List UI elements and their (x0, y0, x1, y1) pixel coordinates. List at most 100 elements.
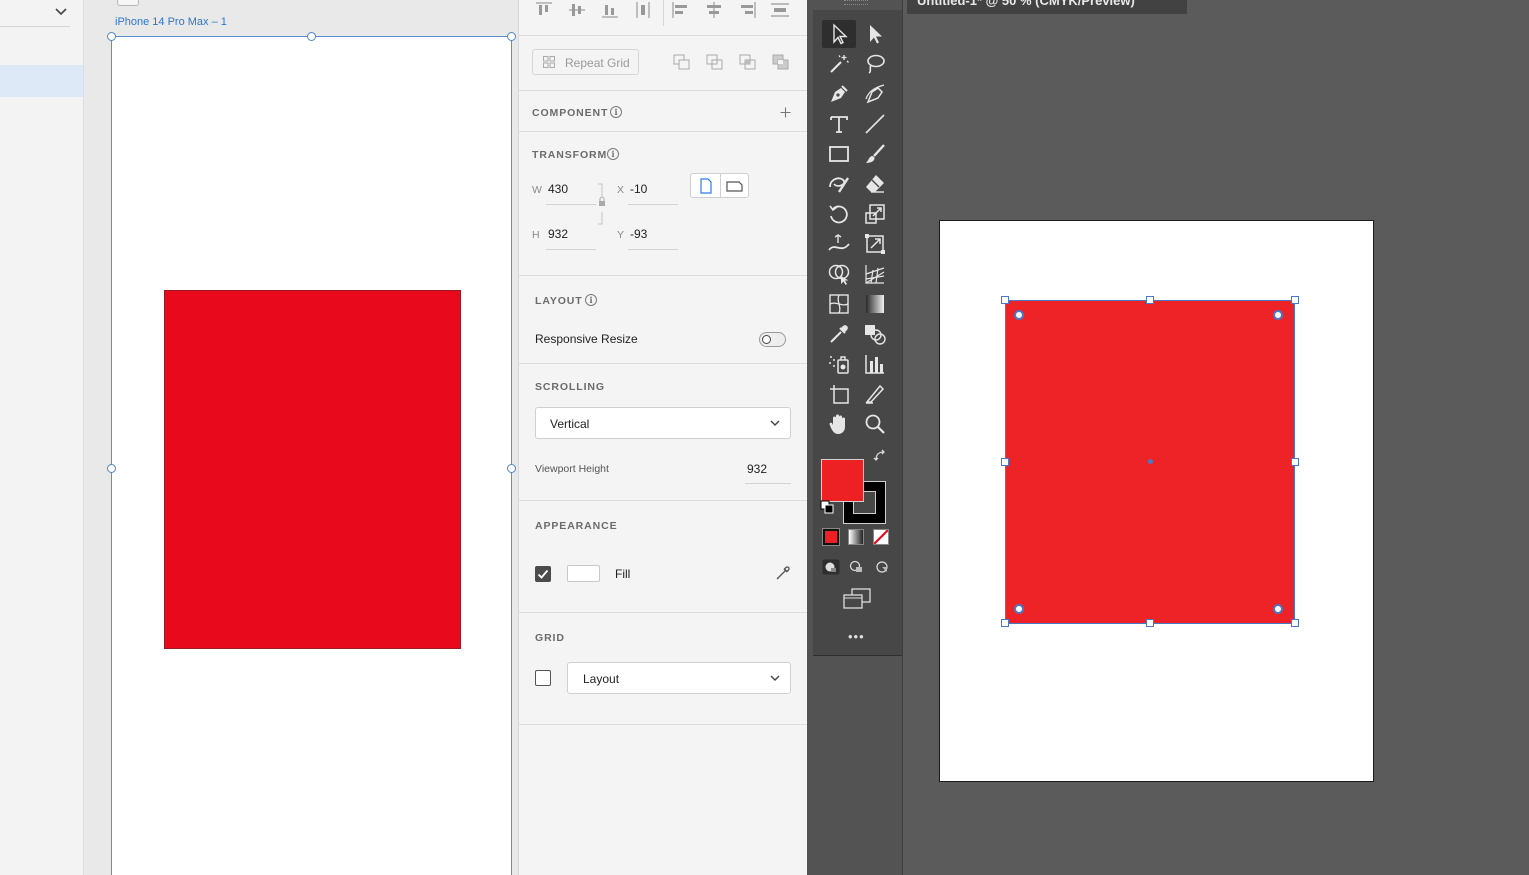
align-top-icon[interactable] (534, 1, 554, 19)
column-graph-tool[interactable] (858, 350, 892, 378)
default-fill-stroke-icon[interactable] (820, 500, 834, 514)
landscape-icon[interactable] (726, 179, 744, 193)
y-field[interactable]: -93 (630, 227, 647, 241)
lasso-tool[interactable] (858, 50, 892, 78)
x-field[interactable]: -10 (630, 182, 647, 196)
resize-handle-top-left[interactable] (107, 32, 116, 41)
corner-widget-bottom-right[interactable] (1273, 604, 1283, 614)
draw-behind-icon[interactable] (848, 559, 866, 575)
artboard[interactable] (111, 36, 512, 875)
resize-handle-top-right[interactable] (507, 32, 516, 41)
selection-tool[interactable] (822, 20, 856, 48)
document-tab[interactable]: Untitled-1* @ 50 % (CMYK/Preview) (907, 0, 1187, 14)
distribute-horizontal-icon[interactable] (770, 1, 790, 19)
lock-aspect-icon[interactable] (597, 182, 607, 226)
paintbrush-tool[interactable] (858, 140, 892, 168)
align-middle-icon[interactable] (567, 1, 587, 19)
boolean-intersect-icon[interactable] (739, 54, 757, 70)
bbox-handle-bottom[interactable] (1146, 619, 1154, 627)
bbox-handle-top[interactable] (1146, 296, 1154, 304)
corner-widget-top-left[interactable] (1014, 310, 1024, 320)
info-icon[interactable]: i (610, 106, 622, 118)
align-center-icon[interactable] (704, 1, 724, 19)
align-left-icon[interactable] (671, 1, 691, 19)
grid-type-dropdown[interactable]: Layout (567, 662, 791, 694)
bbox-handle-top-left[interactable] (1001, 296, 1009, 304)
type-tool[interactable] (822, 110, 856, 138)
magic-wand-tool[interactable] (822, 50, 856, 78)
component-section-title: COMPONENT (532, 107, 609, 119)
distribute-vertical-icon[interactable] (633, 1, 653, 19)
boolean-subtract-icon[interactable] (706, 54, 724, 70)
artboard-label[interactable]: iPhone 14 Pro Max – 1 (115, 16, 227, 28)
resize-handle-left[interactable] (107, 464, 116, 473)
hand-tool[interactable] (822, 410, 856, 438)
grid-checkbox[interactable] (535, 670, 551, 686)
fill-checkbox[interactable] (535, 566, 551, 582)
blend-tool[interactable] (858, 320, 892, 348)
perspective-grid-tool[interactable] (858, 260, 892, 288)
chevron-down-icon[interactable] (53, 4, 69, 20)
eyedropper-icon[interactable] (775, 565, 791, 581)
viewport-height-underline (745, 483, 791, 484)
draw-inside-icon[interactable] (873, 559, 891, 575)
symbol-sprayer-tool[interactable] (822, 350, 856, 378)
responsive-resize-toggle[interactable] (759, 332, 786, 347)
fill-color-swatch[interactable] (567, 565, 600, 582)
draw-normal-icon[interactable] (822, 559, 840, 575)
mesh-tool[interactable] (822, 290, 856, 318)
scale-tool[interactable] (858, 200, 892, 228)
line-segment-tool[interactable] (858, 110, 892, 138)
gradient-tool[interactable] (858, 290, 892, 318)
rotate-tool[interactable] (822, 200, 856, 228)
fill-color-swatch[interactable] (821, 459, 864, 502)
gradient-mode-button[interactable] (848, 529, 864, 545)
height-field[interactable]: 932 (548, 227, 568, 241)
layer-item-selected[interactable] (0, 65, 83, 97)
bbox-handle-left[interactable] (1001, 458, 1009, 466)
viewport-height-field[interactable]: 932 (747, 462, 767, 476)
resize-handle-right[interactable] (507, 464, 516, 473)
corner-widget-bottom-left[interactable] (1014, 604, 1024, 614)
boolean-exclude-icon[interactable] (772, 54, 790, 70)
edit-toolbar-button[interactable]: ••• (848, 629, 865, 644)
eyedropper-tool[interactable] (822, 320, 856, 348)
align-right-icon[interactable] (737, 1, 757, 19)
shape-builder-tool[interactable] (822, 260, 856, 288)
corner-widget-top-right[interactable] (1273, 310, 1283, 320)
width-tool[interactable] (822, 230, 856, 258)
xd-canvas[interactable]: iPhone 14 Pro Max – 1 (84, 0, 518, 875)
zoom-tool[interactable] (858, 410, 892, 438)
color-mode-button[interactable] (822, 528, 840, 546)
boolean-add-icon[interactable] (673, 54, 691, 70)
curvature-tool[interactable] (858, 80, 892, 108)
scrolling-dropdown[interactable]: Vertical (535, 407, 791, 439)
free-transform-tool[interactable] (858, 230, 892, 258)
bbox-handle-top-right[interactable] (1291, 296, 1299, 304)
pen-tool[interactable] (822, 80, 856, 108)
repeat-grid-button[interactable]: Repeat Grid (532, 49, 639, 75)
info-icon[interactable]: i (585, 294, 597, 306)
width-field[interactable]: 430 (548, 182, 568, 196)
artboard-tool[interactable] (822, 380, 856, 408)
shaper-tool[interactable] (822, 170, 856, 198)
bbox-handle-bottom-left[interactable] (1001, 619, 1009, 627)
add-component-icon[interactable] (780, 107, 791, 118)
rectangle-tool[interactable] (822, 140, 856, 168)
none-mode-button[interactable] (873, 529, 889, 545)
screen-mode-icon[interactable] (842, 587, 872, 611)
direct-selection-tool[interactable] (858, 20, 892, 48)
eraser-tool[interactable] (858, 170, 892, 198)
bbox-handle-right[interactable] (1291, 458, 1299, 466)
resize-handle-top[interactable] (307, 32, 316, 41)
layers-divider (0, 26, 70, 27)
swap-fill-stroke-icon[interactable] (873, 449, 887, 463)
bbox-handle-bottom-right[interactable] (1291, 619, 1299, 627)
slice-tool[interactable] (858, 380, 892, 408)
illustrator-document[interactable]: Untitled-1* @ 50 % (CMYK/Preview) (903, 0, 1529, 875)
red-rectangle[interactable] (164, 290, 461, 649)
portrait-icon[interactable] (699, 178, 713, 194)
toolbar-grip[interactable] (844, 0, 868, 5)
info-icon[interactable]: i (607, 148, 619, 160)
align-bottom-icon[interactable] (600, 1, 620, 19)
